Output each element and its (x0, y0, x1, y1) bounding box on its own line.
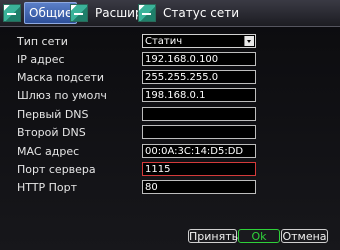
secondary-dns-label: Второй DNS (17, 126, 86, 139)
apply-button[interactable]: Принять (188, 229, 238, 243)
row-mac-address: MAC адрес 00:0A:3C:14:D5:DD (0, 144, 340, 162)
mac-address-input[interactable]: 00:0A:3C:14:D5:DD (142, 144, 256, 158)
network-type-label: Тип сети (17, 35, 68, 48)
row-http-port: HTTP Порт 80 (0, 180, 340, 198)
mac-address-label: MAC адрес (17, 145, 80, 158)
cancel-button[interactable]: Отмена (281, 229, 328, 243)
settings-tab-icon (3, 4, 21, 22)
row-network-type: Тип сети Статич (0, 34, 340, 52)
row-server-port: Порт сервера 1115 (0, 162, 340, 180)
dropdown-arrow-icon[interactable] (244, 36, 254, 46)
gateway-label: Шлюз по умолч (17, 89, 107, 102)
row-secondary-dns: Второй DNS (0, 125, 340, 143)
secondary-dns-input[interactable] (142, 125, 256, 139)
settings-tab-icon (138, 4, 156, 22)
settings-tab-icon (70, 4, 88, 22)
primary-dns-input[interactable] (142, 107, 256, 121)
row-subnet-mask: Маска подсети 255.255.255.0 (0, 70, 340, 88)
tab-network-status-label: Статус сети (163, 6, 239, 20)
network-settings-dialog: Общие Расшир Статус сети Тип сети Статич… (0, 0, 340, 250)
ip-address-input[interactable]: 192.168.0.100 (142, 52, 256, 66)
network-type-value: Статич (145, 36, 183, 47)
server-port-input[interactable]: 1115 (142, 162, 256, 176)
ip-address-label: IP адрес (17, 53, 65, 66)
row-primary-dns: Первый DNS (0, 107, 340, 125)
network-type-select[interactable]: Статич (142, 34, 256, 48)
subnet-mask-label: Маска подсети (17, 71, 105, 84)
http-port-input[interactable]: 80 (142, 180, 256, 194)
row-ip-address: IP адрес 192.168.0.100 (0, 52, 340, 70)
row-gateway: Шлюз по умолч 198.168.0.1 (0, 88, 340, 106)
server-port-label: Порт сервера (17, 163, 96, 176)
http-port-label: HTTP Порт (17, 181, 78, 194)
tab-advanced[interactable]: Расшир (70, 2, 147, 24)
ok-button[interactable]: Ok (238, 229, 280, 243)
tab-general[interactable]: Общие (3, 2, 78, 24)
subnet-mask-input[interactable]: 255.255.255.0 (142, 70, 256, 84)
tab-network-status[interactable]: Статус сети (138, 2, 243, 24)
gateway-input[interactable]: 198.168.0.1 (142, 88, 256, 102)
tab-bar: Общие Расшир Статус сети (0, 0, 340, 27)
primary-dns-label: Первый DNS (17, 108, 89, 121)
